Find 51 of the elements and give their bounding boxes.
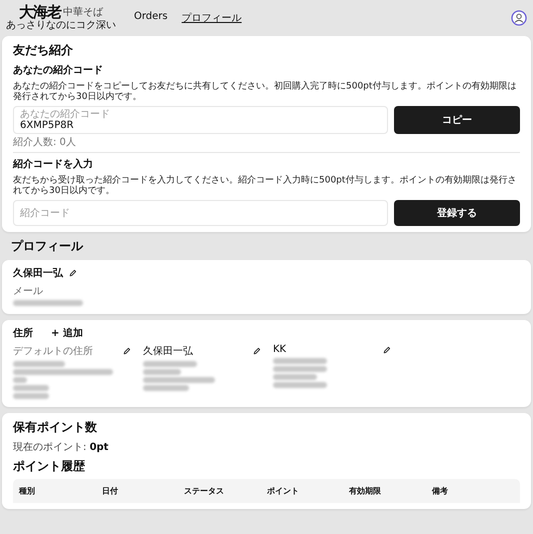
redacted-text [273, 374, 317, 380]
logo-text: 大海老 [19, 5, 61, 20]
referral-count: 紹介人数: 0人 [13, 136, 77, 149]
column-header: 日付 [102, 486, 119, 497]
redacted-text [143, 385, 189, 391]
redacted-text [13, 377, 27, 383]
register-button[interactable]: 登録する [394, 200, 520, 226]
pencil-icon[interactable] [383, 346, 391, 354]
column-header: ステータス [184, 486, 225, 497]
redacted-text [143, 369, 181, 375]
redacted-text [13, 393, 49, 399]
redacted-text [13, 361, 65, 367]
user-avatar-icon[interactable] [511, 10, 527, 26]
referral-code-input[interactable]: 紹介コード [13, 200, 388, 226]
address-label: デフォルトの住所 [13, 344, 93, 358]
referral-code-field[interactable]: あなたの紹介コード 6XMP5P8R [13, 106, 388, 134]
redacted-text [273, 366, 327, 372]
redacted-text [273, 382, 327, 388]
points-value: 0pt [90, 442, 108, 453]
redacted-text [13, 385, 49, 391]
column-header: 有効期限 [349, 486, 382, 497]
redacted-text [13, 300, 83, 306]
user-name: 久保田一弘 [13, 266, 63, 280]
column-header: 備考 [432, 486, 449, 497]
card-title: 友だち紹介 [13, 42, 74, 59]
pencil-icon[interactable] [69, 269, 77, 277]
logo-subtitle: 中華そば [63, 7, 103, 18]
points-label: 現在のポイント: [13, 442, 86, 453]
nav-link[interactable]: プロフィール [182, 11, 242, 25]
card-title: 保有ポイント数 [13, 419, 98, 436]
add-link[interactable]: + 追加 [51, 326, 83, 340]
section-heading: 紹介コードを入力 [13, 158, 94, 171]
email-label: メール [13, 285, 44, 298]
description: あなたの紹介コードをコピーしてお友だちに共有してください。初回購入完了時に500pt付与します。ポイントの有効期限は発行されてから30日以内です。 [13, 81, 518, 102]
address-label: KK [273, 344, 286, 355]
address-label: 久保田一弘 [143, 345, 193, 358]
card-title: ポイント履歴 [13, 458, 86, 475]
nav-link[interactable]: Orders [134, 11, 168, 25]
logo-tagline: あっさりなのにコク深い [6, 20, 116, 31]
redacted-text [273, 358, 327, 364]
address-title: 住所 [13, 326, 33, 340]
redacted-text [143, 377, 215, 383]
pencil-icon[interactable] [253, 347, 261, 355]
column-header: 種別 [19, 486, 36, 497]
redacted-text [143, 361, 197, 367]
copy-button[interactable]: コピー [394, 106, 520, 134]
description: 友だちから受け取った紹介コードを入力してください。紹介コード入力時に500pt付与します。ポイントの有効期限は発行されてから30日以内です。 [13, 175, 518, 196]
section-heading: あなたの紹介コード [13, 64, 104, 77]
pencil-icon[interactable] [123, 347, 131, 355]
section-title: プロフィール [11, 238, 84, 255]
column-header: ポイント [266, 486, 300, 497]
